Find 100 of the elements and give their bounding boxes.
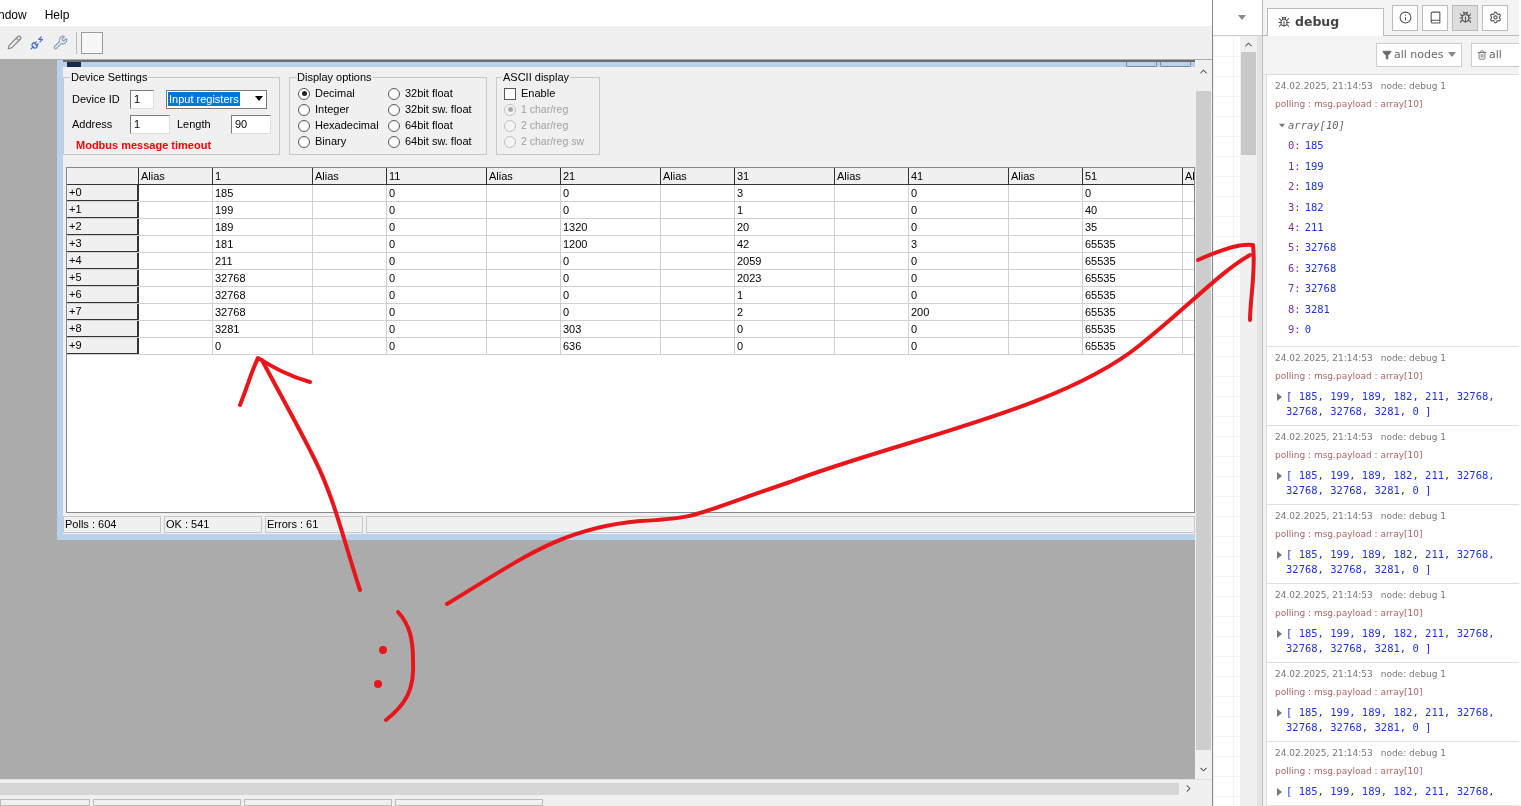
- caret-down-icon[interactable]: [255, 96, 263, 102]
- row-header: +1: [67, 202, 139, 218]
- caret-right-icon[interactable]: [1277, 551, 1283, 559]
- dropdown-value: Input registers: [168, 92, 240, 106]
- column-header: Alias: [313, 168, 387, 184]
- filter-dropdown[interactable]: all nodes: [1376, 42, 1462, 67]
- table-cell: 211: [213, 253, 313, 269]
- scrollbar-thumb[interactable]: [0, 782, 1179, 795]
- table-cell: 2023: [735, 270, 835, 286]
- address-field[interactable]: 1: [130, 114, 170, 134]
- table-cell: 0: [909, 338, 1009, 354]
- caret-right-icon[interactable]: [1277, 393, 1283, 401]
- message-topic: polling : msg.payload : array[10]: [1275, 607, 1424, 620]
- horizontal-scrollbar[interactable]: [0, 779, 1212, 797]
- radio-button[interactable]: [298, 87, 310, 100]
- table-cell: 35: [1083, 219, 1183, 235]
- message-time: 24.02.2025, 21:14:53: [1275, 509, 1373, 523]
- table-cell: 0: [909, 270, 1009, 286]
- plug-icon[interactable]: [30, 35, 45, 50]
- checkbox[interactable]: [504, 87, 516, 100]
- table-cell: 185: [213, 185, 313, 201]
- radio-button[interactable]: [388, 103, 400, 116]
- settings-icon: [1488, 11, 1502, 25]
- sidebar-button[interactable]: [1452, 4, 1478, 31]
- array-value: 189: [1304, 179, 1324, 195]
- radio-button[interactable]: [388, 135, 400, 148]
- table-cell: 2: [735, 304, 835, 320]
- device-id-field[interactable]: 1: [130, 89, 154, 109]
- radio-button[interactable]: [388, 119, 400, 132]
- radio-label: Decimal: [315, 86, 355, 102]
- node-label: node: debug 1: [1380, 79, 1446, 93]
- node-label: node: debug 1: [1380, 351, 1446, 365]
- table-cell: 0: [735, 321, 835, 337]
- radio-button[interactable]: [298, 103, 310, 116]
- bug-icon: [1458, 11, 1472, 25]
- field-label: Address: [72, 116, 114, 132]
- sidebar-button[interactable]: [1482, 4, 1508, 31]
- row-header: +0: [67, 185, 139, 201]
- sidebar-button[interactable]: [1422, 4, 1448, 31]
- caret-right-icon[interactable]: [1277, 788, 1283, 796]
- radio-button[interactable]: [388, 87, 400, 100]
- function-dropdown[interactable]: Input registers: [166, 89, 267, 109]
- canvas-scrollbar[interactable]: [1240, 36, 1257, 806]
- array-value: 211: [1304, 219, 1324, 235]
- column-header: 21: [561, 168, 661, 184]
- caret-right-icon[interactable]: [1277, 709, 1283, 717]
- status-panel: OK : 541: [164, 515, 262, 533]
- array-index: 4:: [1288, 219, 1301, 235]
- array-index: 9:: [1288, 321, 1301, 337]
- radio-button[interactable]: [298, 135, 310, 148]
- table-cell: 0: [387, 287, 487, 303]
- table-cell: 0: [387, 304, 487, 320]
- table-cell: 199: [213, 202, 313, 218]
- table-cell: 20: [735, 219, 835, 235]
- message-time: 24.02.2025, 21:14:53: [1275, 79, 1373, 93]
- array-index: 1:: [1288, 158, 1301, 174]
- toolbar-button[interactable]: [81, 31, 103, 54]
- tools-icon[interactable]: [53, 35, 68, 50]
- radio-button[interactable]: [298, 119, 310, 132]
- radio-label: 2 char/reg: [521, 117, 569, 133]
- message-topic: polling : msg.payload : array[10]: [1275, 449, 1424, 462]
- array-value: 3281: [1304, 301, 1330, 317]
- trash-icon: [1477, 49, 1487, 60]
- message-time: 24.02.2025, 21:14:53: [1275, 667, 1373, 681]
- table-cell: 0: [909, 287, 1009, 303]
- table-cell: 1: [735, 287, 835, 303]
- field-label: Device ID: [72, 91, 121, 107]
- array-label: array[10]: [1288, 118, 1345, 134]
- table-cell: 0: [387, 253, 487, 269]
- message-time: 24.02.2025, 21:14:53: [1275, 746, 1373, 760]
- array-value: 32768: [1304, 260, 1337, 276]
- column-header: Alias: [1009, 168, 1083, 184]
- table-cell: 0: [561, 185, 661, 201]
- table-cell: 65535: [1083, 338, 1183, 354]
- table-cell: 32768: [213, 304, 313, 320]
- pencil-icon[interactable]: [7, 35, 22, 50]
- table-cell: 65535: [1083, 253, 1183, 269]
- vertical-scrollbar[interactable]: [1195, 60, 1212, 779]
- sidebar-button[interactable]: [1392, 4, 1418, 31]
- table-cell: 200: [909, 304, 1009, 320]
- checkbox-label: Enable: [521, 86, 556, 102]
- table-cell: 32768: [213, 287, 313, 303]
- array-index: 6:: [1288, 260, 1301, 276]
- clear-button[interactable]: all: [1471, 42, 1519, 67]
- array-index: 0:: [1288, 138, 1301, 154]
- table-cell: 65535: [1083, 287, 1183, 303]
- message-time: 24.02.2025, 21:14:53: [1275, 351, 1373, 365]
- caret-right-icon[interactable]: [1277, 630, 1283, 638]
- table-cell: 3: [735, 185, 835, 201]
- scrollbar-thumb[interactable]: [1196, 91, 1211, 750]
- scrollbar-thumb[interactable]: [1241, 52, 1256, 155]
- array-index: 3:: [1288, 199, 1301, 215]
- caret-right-icon[interactable]: [1277, 472, 1283, 480]
- table-cell: 65535: [1083, 321, 1183, 337]
- menu-item[interactable]: Help: [44, 6, 70, 24]
- column-header: 31: [735, 168, 835, 184]
- sidebar-tab[interactable]: debug: [1267, 7, 1384, 36]
- message-time: 24.02.2025, 21:14:53: [1275, 588, 1373, 602]
- length-field[interactable]: 90: [231, 114, 271, 134]
- node-label: node: debug 1: [1380, 430, 1446, 444]
